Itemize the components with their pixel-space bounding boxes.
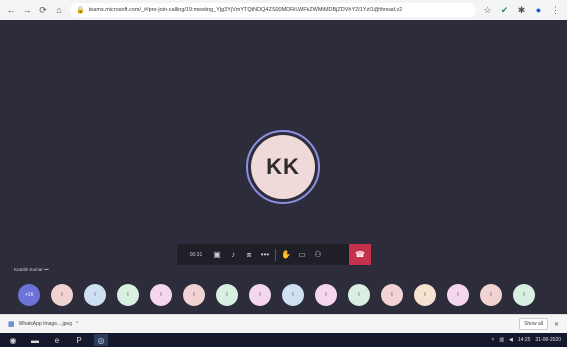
- forward-icon[interactable]: →: [22, 5, 32, 15]
- lock-icon: 🔒: [76, 7, 85, 14]
- participant-avatar[interactable]: I: [315, 284, 337, 306]
- meeting-stage: KK 00:31 ▣ ♪ ⧈ ••• ✋ ▭ ⚇ ☎ Kranthi Kumar…: [0, 20, 567, 314]
- participant-avatar[interactable]: I: [282, 284, 304, 306]
- windows-taskbar: ◉ ▬ e P ◎ ˄ ▥ ◀ 14:25 31-08-2020: [0, 333, 567, 347]
- close-icon[interactable]: ✕: [554, 321, 559, 328]
- clock-date: 31-08-2020: [535, 337, 561, 343]
- speaker-avatar: KK: [251, 135, 315, 199]
- download-file-name[interactable]: WhatsApp Image....jpeg: [19, 321, 72, 327]
- check-icon[interactable]: ✔: [499, 5, 510, 16]
- participant-avatar[interactable]: I: [381, 284, 403, 306]
- download-shelf: ▦ WhatsApp Image....jpeg ^ Show all ✕: [0, 314, 567, 333]
- star-icon[interactable]: ☆: [482, 5, 493, 16]
- start-icon[interactable]: ◉: [6, 334, 20, 346]
- menu-icon[interactable]: ⋮: [550, 5, 561, 16]
- chat-icon[interactable]: ▭: [294, 244, 310, 265]
- participant-avatar[interactable]: I: [414, 284, 436, 306]
- share-screen-icon[interactable]: ⧈: [241, 244, 257, 265]
- show-all-button[interactable]: Show all: [519, 318, 548, 330]
- participant-avatar[interactable]: I: [513, 284, 535, 306]
- browser-toolbar: ← → ⟳ ⌂ 🔒 teams.microsoft.com/_#/pre-joi…: [0, 0, 567, 20]
- extension-icon[interactable]: ✱: [516, 5, 527, 16]
- microphone-icon[interactable]: ♪: [225, 244, 241, 265]
- participant-avatar[interactable]: I: [447, 284, 469, 306]
- participant-overflow-chip[interactable]: +16: [18, 284, 40, 306]
- home-icon[interactable]: ⌂: [54, 5, 64, 15]
- call-controls: 00:31 ▣ ♪ ⧈ ••• ✋ ▭ ⚇ ☎: [177, 244, 371, 265]
- more-options-icon[interactable]: •••: [257, 244, 273, 265]
- hang-up-button[interactable]: ☎: [349, 244, 371, 265]
- controls-divider: [275, 248, 276, 261]
- network-icon[interactable]: ▥: [499, 337, 504, 343]
- browser-ie-icon[interactable]: e: [50, 334, 64, 346]
- speaker-avatar-ring: KK: [246, 130, 320, 204]
- volume-icon[interactable]: ◀: [509, 337, 513, 343]
- participant-avatar[interactable]: I: [51, 284, 73, 306]
- participants-icon[interactable]: ⚇: [310, 244, 326, 265]
- participant-avatar[interactable]: I: [249, 284, 271, 306]
- address-bar[interactable]: 🔒 teams.microsoft.com/_#/pre-join-callin…: [70, 3, 476, 17]
- participant-avatar[interactable]: I: [216, 284, 238, 306]
- chevron-up-icon[interactable]: ^: [76, 321, 78, 327]
- chrome-icon[interactable]: ◎: [94, 334, 108, 346]
- back-icon[interactable]: ←: [6, 5, 16, 15]
- tray-arrow-icon[interactable]: ˄: [491, 337, 494, 343]
- participant-avatar[interactable]: I: [84, 284, 106, 306]
- participant-avatar[interactable]: I: [183, 284, 205, 306]
- url-text: teams.microsoft.com/_#/pre-join-calling/…: [88, 7, 403, 13]
- powerpoint-icon[interactable]: P: [72, 334, 86, 346]
- image-file-icon: ▦: [8, 321, 15, 328]
- call-timer: 00:31: [189, 251, 203, 258]
- participant-avatar[interactable]: I: [117, 284, 139, 306]
- camera-icon[interactable]: ▣: [209, 244, 225, 265]
- file-explorer-icon[interactable]: ▬: [28, 334, 42, 346]
- raise-hand-icon[interactable]: ✋: [278, 244, 294, 265]
- participant-avatar[interactable]: I: [480, 284, 502, 306]
- clock-time[interactable]: 14:25: [518, 337, 531, 343]
- participant-row: +16 I I I I I I I I I I I I I I I: [18, 284, 567, 306]
- participant-avatar[interactable]: I: [348, 284, 370, 306]
- presenter-name: Kranthi Kumar •••: [14, 267, 49, 272]
- reload-icon[interactable]: ⟳: [38, 5, 48, 16]
- system-tray: ˄ ▥ ◀ 14:25 31-08-2020: [491, 337, 561, 343]
- participant-avatar[interactable]: I: [150, 284, 172, 306]
- profile-icon[interactable]: ●: [533, 5, 544, 15]
